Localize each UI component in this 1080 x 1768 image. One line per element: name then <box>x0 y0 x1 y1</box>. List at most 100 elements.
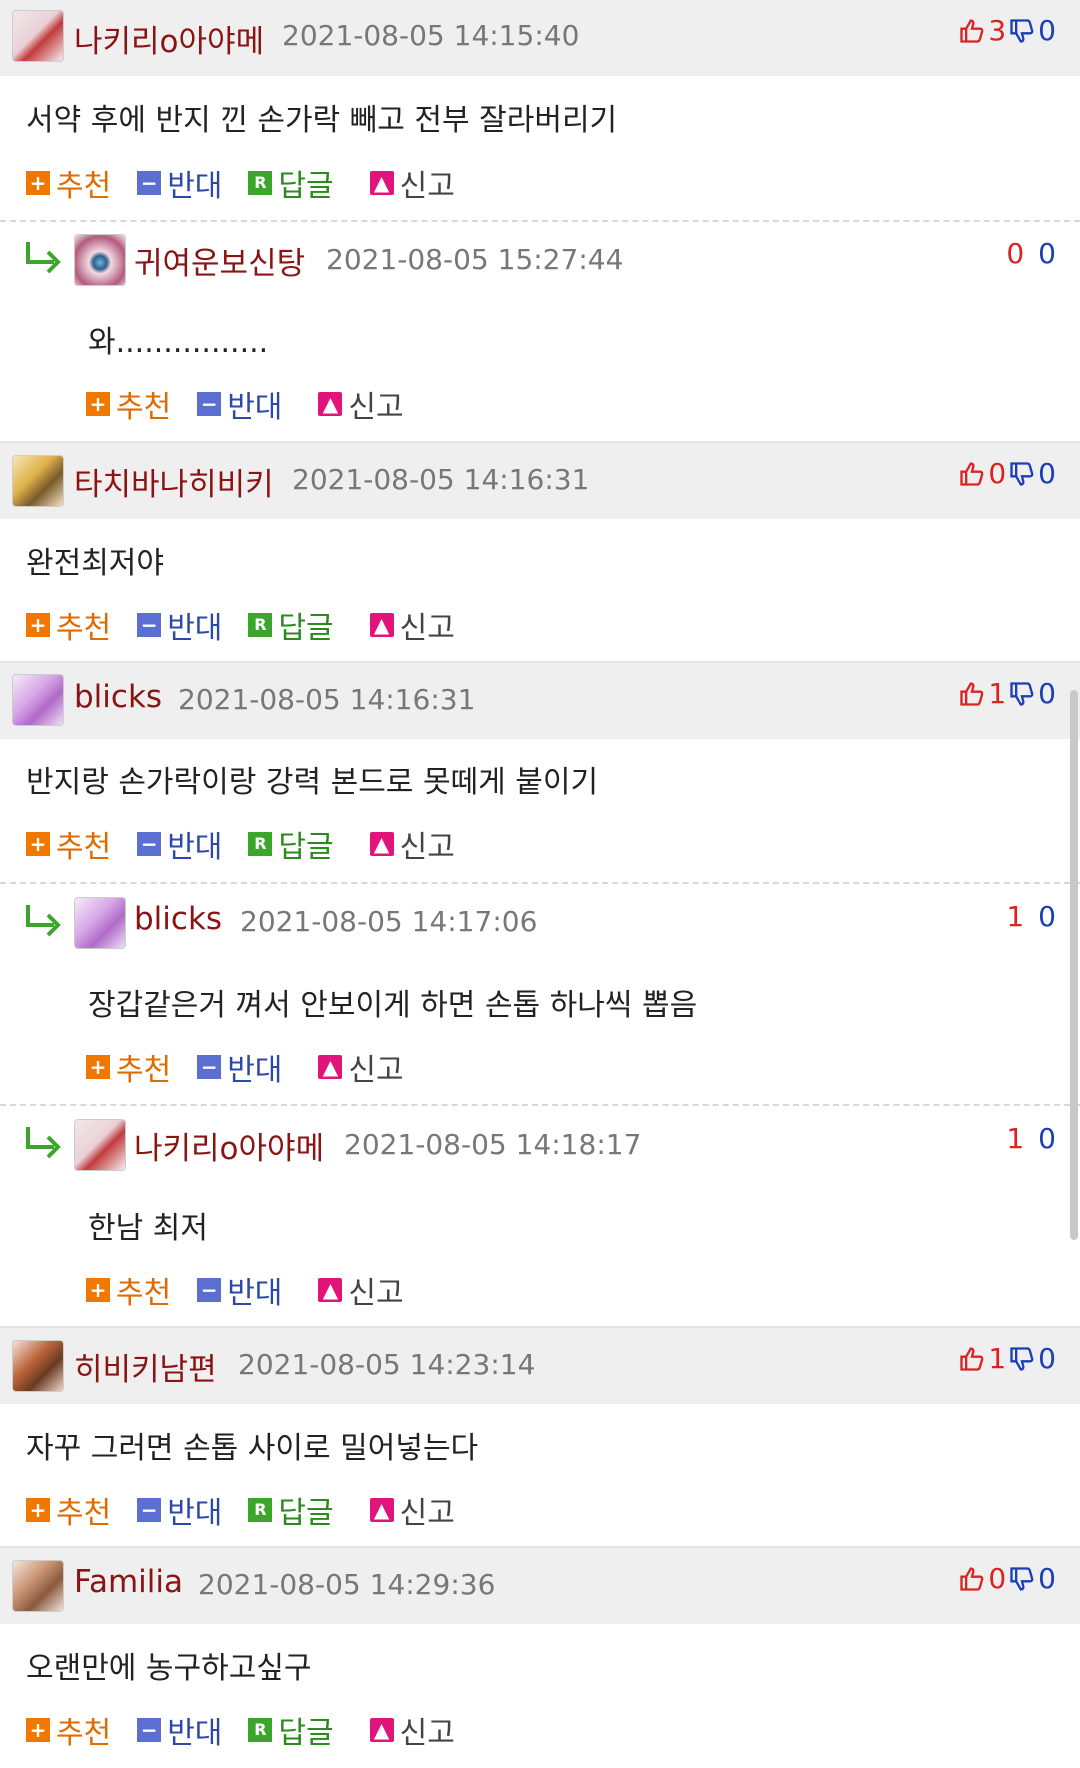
reply-button[interactable]: R 답글 <box>248 1708 334 1752</box>
comment-nickname[interactable]: 귀여운보신탕 <box>134 238 305 283</box>
report-button[interactable]: ▲ 신고 <box>369 822 455 866</box>
reply-button[interactable]: R 답글 <box>248 161 334 205</box>
report-button[interactable]: ▲ 신고 <box>369 1708 455 1752</box>
oppose-button[interactable]: − 반대 <box>137 822 222 866</box>
oppose-button[interactable]: − 반대 <box>197 382 282 426</box>
comment-date: 2021-08-05 14:17:06 <box>240 905 538 938</box>
downvote-count: 0 <box>1038 1342 1056 1375</box>
oppose-label: 반대 <box>167 611 223 646</box>
comment-nickname[interactable]: 나키리o아야메 <box>134 1123 324 1168</box>
oppose-button[interactable]: − 반대 <box>137 603 222 647</box>
plus-icon: + <box>26 171 50 195</box>
comment-actions: + 추천 − 반대 R 답글 ▲ 신고 <box>26 1708 481 1752</box>
upvote-count: 0 <box>988 457 1007 490</box>
comment-actions: + 추천 − 반대 R 답글 ▲ 신고 <box>26 1488 481 1532</box>
comment-nickname[interactable]: blicks <box>74 679 162 715</box>
siren-icon: ▲ <box>369 171 394 195</box>
thumbs-down-icon[interactable] <box>1008 460 1036 488</box>
recommend-button[interactable]: + 추천 <box>26 161 111 205</box>
reply-button[interactable]: R 답글 <box>248 822 334 866</box>
oppose-button[interactable]: − 반대 <box>197 1045 282 1089</box>
avatar[interactable] <box>12 455 64 507</box>
report-button[interactable]: ▲ 신고 <box>369 603 455 647</box>
thumbs-down-icon[interactable] <box>1008 680 1036 708</box>
plus-icon: + <box>26 832 50 856</box>
report-label: 신고 <box>348 1276 404 1311</box>
comment-nickname[interactable]: 나키리o아야메 <box>74 16 264 61</box>
thumbs-up-icon[interactable] <box>958 680 986 708</box>
comment-date: 2021-08-05 14:16:31 <box>178 683 476 716</box>
report-button[interactable]: ▲ 신고 <box>318 1045 404 1089</box>
thumbs-up-icon[interactable] <box>958 17 986 45</box>
report-label: 신고 <box>399 1716 455 1751</box>
reply-button[interactable]: R 답글 <box>248 1488 334 1532</box>
upvote-count: 0 <box>988 1562 1007 1595</box>
minus-icon: − <box>137 1498 162 1522</box>
comment-actions: + 추천 − 반대 ▲ 신고 <box>86 1268 430 1312</box>
oppose-button[interactable]: − 반대 <box>197 1268 282 1312</box>
downvote-count: 0 <box>1038 14 1056 47</box>
oppose-button[interactable]: − 반대 <box>137 1488 222 1532</box>
downvote-count: 0 <box>1038 677 1056 710</box>
report-button[interactable]: ▲ 신고 <box>369 1488 455 1532</box>
comment-nickname[interactable]: Familia <box>74 1564 183 1600</box>
oppose-button[interactable]: − 반대 <box>137 1708 222 1752</box>
minus-icon: − <box>197 392 222 416</box>
upvote-count: 1 <box>988 1342 1007 1375</box>
scrollbar[interactable] <box>1070 690 1078 1240</box>
downvote-count: 0 <box>1038 900 1056 933</box>
avatar[interactable] <box>74 1119 126 1171</box>
oppose-label: 반대 <box>167 1496 223 1531</box>
plus-icon: + <box>26 613 50 637</box>
oppose-button[interactable]: − 반대 <box>137 161 222 205</box>
recommend-button[interactable]: + 추천 <box>26 1708 111 1752</box>
comment-nickname[interactable]: 타치바나히비키 <box>74 459 274 504</box>
divider <box>0 220 1080 222</box>
report-button[interactable]: ▲ 신고 <box>318 382 404 426</box>
reply-r-icon: R <box>248 1498 273 1522</box>
thumbs-down-icon[interactable] <box>1008 1345 1036 1373</box>
thumbs-up-icon[interactable] <box>958 460 986 488</box>
minus-icon: − <box>197 1055 222 1079</box>
siren-icon: ▲ <box>369 613 394 637</box>
avatar[interactable] <box>74 897 126 949</box>
reply-r-icon: R <box>248 613 273 637</box>
comment-actions: + 추천 − 반대 R 답글 ▲ 신고 <box>26 603 481 647</box>
thumbs-down-icon[interactable] <box>1008 1565 1036 1593</box>
recommend-button[interactable]: + 추천 <box>26 822 111 866</box>
reply-button[interactable]: R 답글 <box>248 603 334 647</box>
upvote-count: 0 <box>1006 237 1025 270</box>
comment-nickname[interactable]: 히비키남편 <box>74 1344 217 1389</box>
reply-label: 답글 <box>278 169 334 204</box>
report-button[interactable]: ▲ 신고 <box>318 1268 404 1312</box>
avatar[interactable] <box>12 1560 64 1612</box>
thumbs-down-icon[interactable] <box>1008 17 1036 45</box>
siren-icon: ▲ <box>318 392 343 416</box>
reply-label: 답글 <box>278 1716 334 1751</box>
comment-votes: 0 0 <box>1006 237 1056 270</box>
siren-icon: ▲ <box>369 1718 394 1742</box>
recommend-button[interactable]: + 추천 <box>86 382 171 426</box>
thumbs-up-icon[interactable] <box>958 1345 986 1373</box>
comment-votes: 0 0 <box>958 457 1056 490</box>
recommend-label: 추천 <box>56 830 112 865</box>
avatar[interactable] <box>12 10 64 62</box>
recommend-button[interactable]: + 추천 <box>26 603 111 647</box>
comment-votes: 0 0 <box>958 1562 1056 1595</box>
report-label: 신고 <box>348 390 404 425</box>
reply-r-icon: R <box>248 1718 273 1742</box>
siren-icon: ▲ <box>318 1278 343 1302</box>
comment-date: 2021-08-05 14:18:17 <box>344 1128 642 1161</box>
thumbs-up-icon[interactable] <box>958 1565 986 1593</box>
report-button[interactable]: ▲ 신고 <box>369 161 455 205</box>
recommend-button[interactable]: + 추천 <box>86 1045 171 1089</box>
recommend-button[interactable]: + 추천 <box>86 1268 171 1312</box>
avatar[interactable] <box>12 674 64 726</box>
reply-r-icon: R <box>248 171 273 195</box>
comment-actions: + 추천 − 반대 ▲ 신고 <box>86 382 430 426</box>
recommend-label: 추천 <box>56 611 112 646</box>
avatar[interactable] <box>12 1340 64 1392</box>
recommend-button[interactable]: + 추천 <box>26 1488 111 1532</box>
avatar[interactable] <box>74 234 126 286</box>
comment-nickname[interactable]: blicks <box>134 901 222 937</box>
